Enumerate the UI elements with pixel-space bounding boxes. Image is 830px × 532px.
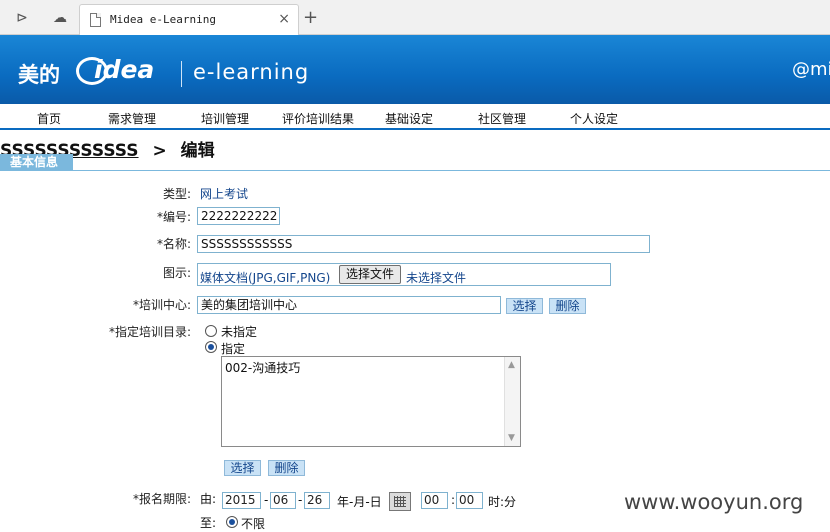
breadcrumb-separator: >	[152, 141, 167, 161]
browser-tab[interactable]: Midea e-Learning ×	[79, 4, 299, 35]
name-input[interactable]: SSSSSSSSSSSS	[197, 235, 650, 253]
nav-demand[interactable]: 需求管理	[108, 110, 156, 127]
product-name: e-learning	[193, 60, 310, 84]
nav-home[interactable]: 首页	[37, 110, 61, 127]
nav-training[interactable]: 培训管理	[201, 110, 249, 127]
name-label: *名称:	[157, 237, 192, 251]
date-dash: -	[264, 493, 269, 507]
nav-evaluation[interactable]: 评价培训结果	[282, 110, 354, 127]
radio-assigned[interactable]	[205, 341, 217, 353]
banner-divider	[181, 61, 182, 87]
hour-input[interactable]: 00	[421, 492, 448, 509]
year-input[interactable]: 2015	[222, 492, 261, 509]
catalog-select-button[interactable]: 选择	[224, 460, 261, 476]
section-divider	[0, 170, 830, 171]
deadline-label: *报名期限:	[133, 492, 192, 506]
catalog-label: *指定培训目录:	[109, 325, 192, 339]
section-tab-basic-info[interactable]: 基本信息	[0, 154, 73, 171]
time-format: 时:分	[488, 495, 517, 509]
month-input[interactable]: 06	[270, 492, 296, 509]
unlimited-label: 不限	[241, 517, 266, 531]
type-label: 类型:	[163, 187, 192, 201]
brand-chinese-name: 美的	[18, 63, 60, 87]
sidebar-toggle-icon[interactable]: ⊳	[10, 6, 34, 30]
date-format: 年-月-日	[337, 495, 382, 509]
list-item[interactable]: 002-沟通技巧	[225, 359, 300, 376]
nav-community[interactable]: 社区管理	[478, 110, 526, 127]
tab-title: Midea e-Learning	[110, 13, 216, 26]
center-select-button[interactable]: 选择	[506, 298, 543, 314]
icon-hint: 媒体文档(JPG,GIF,PNG)	[200, 271, 331, 285]
catalog-listbox[interactable]: 002-沟通技巧 ▲ ▼	[221, 356, 521, 447]
unassigned-label: 未指定	[221, 325, 258, 339]
header-banner: 美的 idea e-learning @mi	[0, 35, 830, 104]
to-label: 至:	[200, 516, 217, 530]
code-input[interactable]: 2222222222	[197, 207, 280, 225]
brand-name: idea	[94, 55, 155, 84]
radio-unlimited[interactable]	[226, 516, 238, 528]
type-value: 网上考试	[200, 187, 249, 201]
center-label: *培训中心:	[133, 298, 192, 312]
radio-unassigned[interactable]	[205, 325, 217, 337]
calendar-icon[interactable]	[389, 492, 411, 511]
page-mode: 编辑	[180, 141, 215, 161]
scroll-up-icon[interactable]: ▲	[508, 360, 515, 370]
code-label: *编号:	[157, 210, 192, 224]
date-dash: -	[298, 493, 303, 507]
minute-input[interactable]: 00	[456, 492, 483, 509]
new-tab-button[interactable]: +	[303, 7, 318, 28]
browser-tabbar: ⊳ ☁ Midea e-Learning × +	[0, 0, 830, 35]
cloud-icon[interactable]: ☁	[48, 6, 72, 30]
file-status: 未选择文件	[406, 271, 467, 285]
choose-file-button[interactable]: 选择文件	[339, 265, 401, 284]
scroll-down-icon[interactable]: ▼	[508, 433, 515, 443]
listbox-scrollbar[interactable]: ▲ ▼	[504, 357, 520, 446]
nav-personal[interactable]: 个人设定	[570, 110, 618, 127]
center-delete-button[interactable]: 删除	[549, 298, 586, 314]
icon-label: 图示:	[163, 266, 192, 280]
center-input[interactable]: 美的集团培训中心	[197, 296, 501, 314]
assigned-label: 指定	[221, 342, 246, 356]
watermark-text: www.wooyun.org	[624, 490, 804, 514]
time-colon: :	[451, 493, 456, 507]
day-input[interactable]: 26	[304, 492, 330, 509]
main-nav: 首页 需求管理 培训管理 评价培训结果 基础设定 社区管理 个人设定	[0, 104, 830, 130]
user-account[interactable]: @mi	[792, 59, 830, 80]
document-icon	[90, 13, 101, 27]
catalog-delete-button[interactable]: 删除	[268, 460, 305, 476]
nav-settings[interactable]: 基础设定	[385, 110, 433, 127]
from-label: 由:	[200, 492, 217, 506]
close-tab-icon[interactable]: ×	[278, 11, 290, 27]
